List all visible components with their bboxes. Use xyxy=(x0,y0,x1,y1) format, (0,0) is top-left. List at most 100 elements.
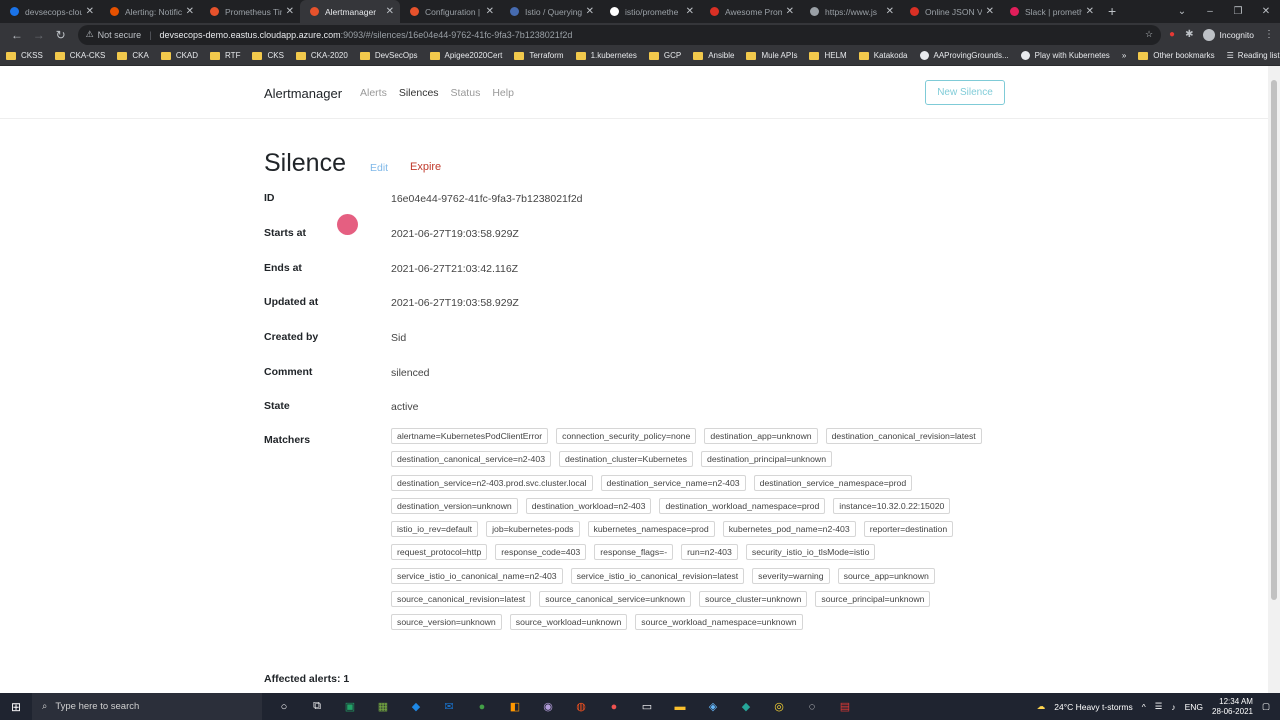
bookmark-item[interactable]: Play with Kubernetes xyxy=(1020,51,1110,60)
expire-button[interactable]: Expire xyxy=(410,161,441,173)
incognito-badge[interactable]: Incognito xyxy=(1203,28,1254,41)
matcher-chip: service_istio_io_canonical_revision=late… xyxy=(570,567,745,584)
tab-title: Alertmanager xyxy=(325,6,377,17)
bookmark-item[interactable]: HELM xyxy=(809,51,847,60)
bookmark-item[interactable]: CKA-CKS xyxy=(54,51,105,60)
matcher-chip: kubernetes_pod_name=n2-403 xyxy=(722,521,856,538)
tab-close-icon[interactable]: ✕ xyxy=(86,6,94,17)
powerpoint-icon[interactable]: ▤ xyxy=(835,700,855,714)
browser-tab[interactable]: istio/promethe ✕ xyxy=(600,0,700,23)
browser-tab[interactable]: Online JSON Vie ✕ xyxy=(900,0,1000,23)
browser-tab[interactable]: https://www.js ✕ xyxy=(800,0,900,23)
bookmarks-overflow-icon[interactable]: » xyxy=(1122,51,1126,60)
address-bar[interactable]: ⚠ Not secure | devsecops-demo.eastus.clo… xyxy=(77,24,1162,45)
monitor-icon[interactable]: ▭ xyxy=(637,700,657,714)
menu-icon[interactable]: ⋮ xyxy=(1264,29,1274,40)
browser-tab[interactable]: Slack | prometh ✕ xyxy=(1000,0,1100,23)
nav-link-help[interactable]: Help xyxy=(492,87,514,99)
language[interactable]: ENG xyxy=(1185,702,1203,712)
app-icon[interactable]: ◍ xyxy=(571,700,591,714)
browser-tab[interactable]: Prometheus Tim ✕ xyxy=(200,0,300,23)
bookmark-item[interactable]: CKA-2020 xyxy=(295,51,348,60)
puzzle-icon[interactable]: ✱ xyxy=(1185,29,1193,40)
browser-tab[interactable]: Alerting: Notific ✕ xyxy=(100,0,200,23)
bookmark-item[interactable]: RTF xyxy=(210,51,240,60)
new-silence-button[interactable]: New Silence xyxy=(925,80,1005,105)
tab-close-icon[interactable]: ✕ xyxy=(686,6,694,17)
tray-chevron-icon[interactable]: ^ xyxy=(1142,702,1146,712)
folder-icon xyxy=(514,51,525,60)
tab-close-icon[interactable]: ✕ xyxy=(386,6,394,17)
excel-icon[interactable]: ▣ xyxy=(340,700,360,714)
cortana-icon[interactable]: ○ xyxy=(274,700,294,714)
browser-tab[interactable]: Awesome Prom ✕ xyxy=(700,0,800,23)
bookmark-item[interactable]: CKAD xyxy=(160,51,198,60)
notifications-icon[interactable]: ▢ xyxy=(1262,701,1270,712)
forward-icon[interactable]: → xyxy=(28,28,50,42)
app-icon[interactable]: ◌ xyxy=(802,700,822,714)
azure-icon[interactable]: ◆ xyxy=(406,700,426,714)
browser-tab[interactable]: Configuration | ✕ xyxy=(400,0,500,23)
taskbar-search[interactable]: ⌕ Type here to search xyxy=(32,693,262,720)
browser-tab[interactable]: devsecops-clou ✕ xyxy=(0,0,100,23)
tab-close-icon[interactable]: ✕ xyxy=(886,6,894,17)
tab-close-icon[interactable]: ✕ xyxy=(186,6,194,17)
tab-close-icon[interactable]: ✕ xyxy=(286,6,294,17)
bookmark-item[interactable]: Katakoda xyxy=(858,51,908,60)
extension-icon[interactable]: ● xyxy=(1169,29,1175,40)
weather[interactable]: 24°C Heavy t-storms xyxy=(1054,702,1133,712)
app-icon[interactable]: ● xyxy=(604,700,624,714)
matcher-chip: source_canonical_revision=latest xyxy=(391,591,532,608)
clock[interactable]: 12:34 AM 28-06-2021 xyxy=(1212,697,1253,717)
bookmark-item[interactable]: DevSecOps xyxy=(359,51,418,60)
nav-link-silences[interactable]: Silences xyxy=(399,87,439,99)
bookmark-item[interactable]: Ansible xyxy=(693,51,734,60)
network-icon[interactable]: ☰ xyxy=(1155,701,1163,712)
vscode-icon[interactable]: ◈ xyxy=(703,700,723,714)
scrollbar-thumb[interactable] xyxy=(1271,80,1277,600)
task-view-icon[interactable]: ⧉ xyxy=(307,700,327,714)
app-icon[interactable]: ◉ xyxy=(538,700,558,714)
minimize-icon[interactable]: – xyxy=(1196,6,1224,17)
nav-link-status[interactable]: Status xyxy=(451,87,481,99)
brand[interactable]: Alertmanager xyxy=(264,86,342,101)
bookmark-item[interactable]: CKA xyxy=(117,51,149,60)
folder-icon xyxy=(693,51,704,60)
tab-close-icon[interactable]: ✕ xyxy=(486,6,494,17)
app-icon[interactable]: ▦ xyxy=(373,700,393,714)
tab-close-icon[interactable]: ✕ xyxy=(586,6,594,17)
outlook-icon[interactable]: ✉ xyxy=(439,700,459,714)
browser-tab[interactable]: Alertmanager ✕ xyxy=(300,0,400,23)
maximize-icon[interactable]: ❐ xyxy=(1224,6,1252,17)
back-icon[interactable]: ← xyxy=(6,28,28,42)
bookmark-item[interactable]: Mule APIs xyxy=(746,51,797,60)
tab-close-icon[interactable]: ✕ xyxy=(786,6,794,17)
sublime-icon[interactable]: ◧ xyxy=(505,700,525,714)
chrome-icon[interactable]: ◎ xyxy=(769,700,789,714)
bookmark-item[interactable]: 1.kubernetes xyxy=(575,51,637,60)
tab-search-icon[interactable]: ⌄ xyxy=(1168,6,1196,17)
bookmark-item[interactable]: AAProvingGrounds... xyxy=(919,51,1009,60)
reading-list[interactable]: ☰ Reading list xyxy=(1227,51,1280,60)
bookmark-item[interactable]: CKS xyxy=(252,51,284,60)
volume-icon[interactable]: ♪ xyxy=(1171,702,1175,712)
close-window-icon[interactable]: ✕ xyxy=(1252,6,1280,17)
bookmark-item[interactable]: Terraform xyxy=(514,51,564,60)
bookmark-item[interactable]: Apigee2020Cert xyxy=(429,51,502,60)
app-icon[interactable]: ◆ xyxy=(736,700,756,714)
other-bookmarks[interactable]: Other bookmarks xyxy=(1138,51,1215,60)
browser-tab[interactable]: Istio / Querying ✕ xyxy=(500,0,600,23)
file-explorer-icon[interactable]: ▬ xyxy=(670,700,690,714)
edit-button[interactable]: Edit xyxy=(370,162,388,174)
teams-icon[interactable]: ● xyxy=(472,700,492,714)
reload-icon[interactable]: ↻ xyxy=(50,28,72,42)
nav-link-alerts[interactable]: Alerts xyxy=(360,87,387,99)
windows-start-icon[interactable]: ⊞ xyxy=(0,700,32,714)
page-scrollbar[interactable] xyxy=(1268,66,1280,693)
bookmark-star-icon[interactable]: ☆ xyxy=(1145,29,1153,40)
tab-close-icon[interactable]: ✕ xyxy=(986,6,994,17)
new-tab-button[interactable]: + xyxy=(1100,0,1124,23)
tab-close-icon[interactable]: ✕ xyxy=(1086,6,1094,17)
bookmark-item[interactable]: CKSS xyxy=(6,51,43,60)
bookmark-item[interactable]: GCP xyxy=(648,51,681,60)
